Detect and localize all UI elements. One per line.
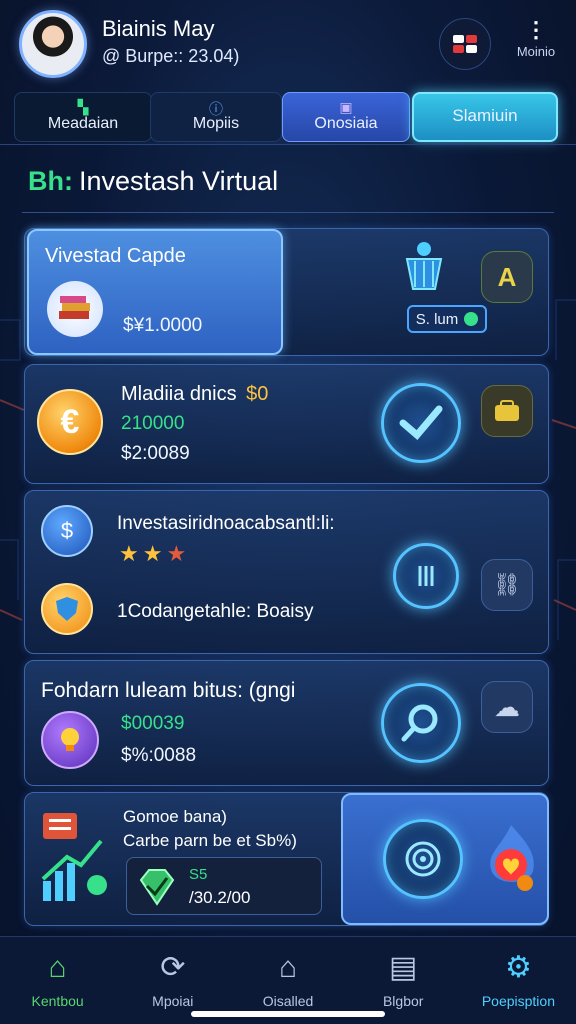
books-icon (47, 281, 103, 337)
user-name: Biainis May (102, 16, 215, 41)
store-icon: ⌂ (278, 951, 298, 984)
rating-stars: ★ ★ ★ (119, 541, 190, 567)
card-line-1: 210000 (121, 413, 185, 434)
user-subtitle: @ Burpe:: 23.04) (102, 46, 240, 66)
reward-line-1: S5 (189, 866, 208, 883)
star-icon: ★ (119, 541, 139, 566)
card-title: Fohdarn luleam bitus: (gngi (41, 679, 296, 702)
more-menu-button[interactable]: ⋮ Moinio (510, 17, 562, 60)
section-title: Bh: Investash Virtual (28, 166, 278, 197)
nav-item-settings[interactable]: ⚙ Poepisption (461, 937, 576, 1024)
card-line-1: Gomoe bana) (123, 807, 227, 826)
coin-icon: € (37, 389, 103, 455)
leaf-icon (464, 312, 479, 326)
tab-label: Slamiuin (452, 106, 518, 125)
gear-icon: ⚙ (504, 951, 532, 984)
divider (22, 212, 554, 213)
capital-highlight-box: Vivestad Capde $¥1.0000 (27, 229, 283, 355)
tab-mopiis[interactable]: ⓘ Mopiis (150, 92, 282, 142)
fund-card[interactable]: Fohdarn luleam bitus: (gngi $00039 $%:00… (24, 660, 549, 786)
home-icon: ⌂ (48, 951, 67, 984)
cloud-icon: ☁ (494, 691, 520, 722)
action-panel[interactable] (341, 793, 549, 925)
capital-value: $¥1.0000 (123, 315, 203, 336)
nav-label: Kentbou (31, 993, 84, 1009)
section-prefix: Bh: (28, 166, 73, 196)
reward-box: S5 /30.2/00 (126, 857, 322, 915)
wallet-icon (495, 400, 519, 421)
value-pill: S. lum (407, 305, 487, 333)
more-menu-label: Moinio (516, 44, 556, 59)
chart-icon: ▚ (77, 99, 89, 115)
growth-card[interactable]: Gomoe bana) Carbe parn be et Sb%) S5 /30… (24, 792, 549, 926)
flame-heart-icon (483, 823, 539, 893)
link-icon: ⛓ (493, 572, 521, 597)
investment-card[interactable]: $ Investasiridnoacabsantl:li: ★ ★ ★ 1Codan… (24, 490, 549, 654)
gem-icon (135, 866, 177, 908)
tab-onosiaia[interactable]: ▣ Onosiaia (282, 92, 410, 142)
more-vertical-icon: ⋮ (525, 17, 547, 42)
avatar[interactable] (19, 10, 87, 78)
search-icon (381, 683, 461, 763)
nav-label: Mpoiai (152, 993, 194, 1009)
wallet-button[interactable] (481, 385, 533, 437)
dollar-gear-icon: $ (41, 505, 93, 557)
home-indicator (191, 1011, 385, 1017)
letter-a-icon: A (497, 261, 517, 292)
value-pill-text: S. lum (415, 310, 459, 328)
nav-label: Blgbor (382, 993, 424, 1009)
nav-label: Poepisption (481, 993, 555, 1009)
swirl-gear-icon (383, 819, 463, 899)
flag-icon (453, 35, 477, 53)
shield-icon (41, 583, 93, 635)
card-line-2: Carbe parn be et Sb%) (123, 831, 297, 850)
star-icon: ★ (166, 541, 187, 566)
media-card[interactable]: € Mladiia dnics $0 210000 $2:0089 (24, 364, 549, 484)
card-title-amount: $0 (246, 383, 269, 405)
cloud-button[interactable]: ☁ (481, 681, 533, 733)
checkmark-gear-icon (381, 383, 461, 463)
briefcase-icon: ▣ (339, 99, 353, 115)
card-title-text: Mladiia dnics (121, 383, 237, 405)
card-line-2: $%:0088 (121, 745, 197, 766)
nav-label: Oisalled (262, 993, 314, 1009)
card-title: Mladiia dnics $0 (121, 383, 268, 406)
card-line-1: $00039 (121, 713, 185, 734)
shop-icon: ▤ (389, 951, 418, 984)
refresh-icon: ⟳ (160, 951, 186, 984)
section-title-text: Investash Virtual (78, 166, 279, 196)
nav-item-home[interactable]: ⌂ Kentbou (0, 937, 115, 1024)
trophy-icon (401, 239, 447, 299)
lightbulb-icon (41, 711, 99, 769)
tab-label: Onosiaia (314, 115, 378, 132)
link-button[interactable]: ⛓ (481, 559, 533, 611)
a-badge-button[interactable]: A (481, 251, 533, 303)
tab-bar: ▚ Meadaian ⓘ Mopiis ▣ Onosiaia Slamiuin (14, 92, 558, 144)
sliders-icon (393, 543, 459, 609)
tab-label: Meadaian (47, 115, 119, 132)
card-title: Vivestad Capde (45, 245, 186, 267)
tab-meadaian[interactable]: ▚ Meadaian (14, 92, 152, 142)
card-line-1: Investasiridnoacabsantl:li: (117, 513, 335, 534)
tab-label: Mopiis (192, 115, 240, 132)
growth-chart-icon (41, 813, 107, 909)
tab-slamiuin[interactable]: Slamiuin (412, 92, 558, 142)
virtual-capital-card[interactable]: Vivestad Capde $¥1.0000 S. lum A (24, 228, 549, 356)
reward-line-2: /30.2/00 (189, 888, 251, 907)
app-header: Biainis May @ Burpe:: 23.04) ⋮ Moinio (0, 0, 576, 88)
star-icon: ★ (142, 541, 163, 566)
card-line-2: 1Codangetahle: Boaisy (117, 601, 314, 622)
flag-button[interactable] (439, 18, 491, 70)
card-line-2: $2:0089 (121, 443, 190, 464)
